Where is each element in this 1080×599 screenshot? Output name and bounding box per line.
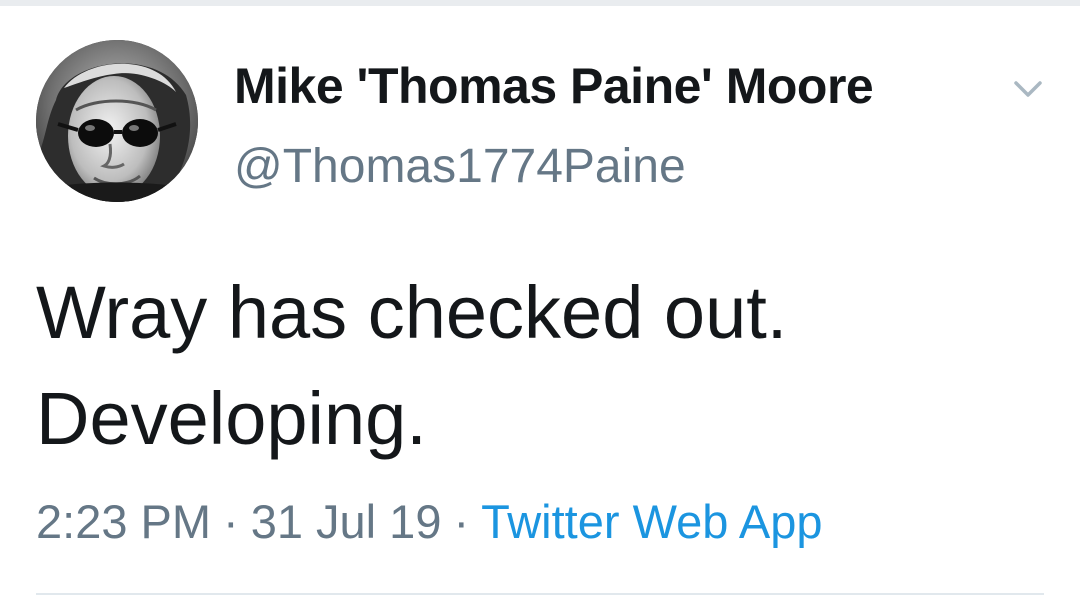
- top-divider: [0, 0, 1080, 6]
- tweet-menu-button[interactable]: [1008, 72, 1048, 106]
- tweet-source-link[interactable]: Twitter Web App: [481, 495, 822, 548]
- tweet-metadata: 2:23 PM · 31 Jul 19 · Twitter Web App: [36, 494, 822, 549]
- user-handle[interactable]: @Thomas1774Paine: [234, 139, 686, 194]
- tweet-time[interactable]: 2:23 PM: [36, 495, 211, 548]
- tweet-date[interactable]: 31 Jul 19: [251, 495, 442, 548]
- tweet-text-line: Developing.: [36, 377, 427, 460]
- meta-separator: ·: [223, 495, 239, 548]
- bottom-divider: [36, 593, 1044, 595]
- meta-separator: ·: [453, 495, 470, 548]
- tweet-text-line: Wray has checked out.: [36, 271, 788, 354]
- avatar-portrait-icon: [36, 40, 198, 202]
- tweet-text: Wray has checked out. Developing.: [36, 260, 1046, 472]
- display-name[interactable]: Mike 'Thomas Paine' Moore: [234, 57, 874, 115]
- chevron-down-icon: [1014, 81, 1042, 97]
- avatar[interactable]: [36, 40, 198, 202]
